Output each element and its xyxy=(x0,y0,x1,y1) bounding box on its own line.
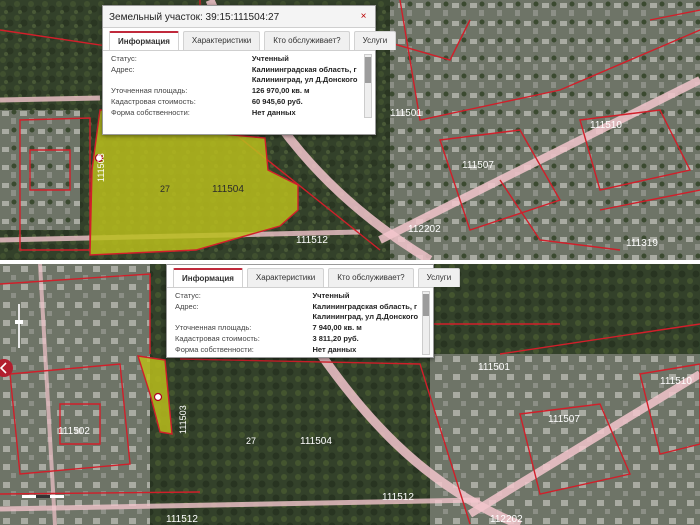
info-label: Адрес: xyxy=(111,65,135,74)
tab-services[interactable]: Услуги xyxy=(353,31,397,50)
info-row-ownership: Форма собственности: Нет данных xyxy=(175,345,419,355)
block-label-112202: 112202 xyxy=(408,224,441,235)
info-row-area: Уточненная площадь: 126 970,00 кв. м xyxy=(111,86,361,96)
block-label-111504: 111504 xyxy=(300,436,332,447)
block-label-111319: 111319 xyxy=(626,238,658,249)
info-row-status: Статус: Учтенный xyxy=(175,291,419,301)
info-label: Уточненная площадь: xyxy=(111,86,188,95)
parcel-number-label: 27 xyxy=(246,436,256,446)
scrollbar-thumb[interactable] xyxy=(423,294,429,316)
terrain-urban-left xyxy=(0,110,80,230)
tab-services[interactable]: Услуги xyxy=(417,268,461,287)
block-label-111510: 111510 xyxy=(660,376,692,387)
info-value: Нет данных xyxy=(251,108,296,117)
info-label: Уточненная площадь: xyxy=(175,323,252,332)
popup-tabs: Информация Характеристики Кто обслуживае… xyxy=(103,28,397,51)
info-value: 126 970,00 кв. м xyxy=(251,86,310,95)
info-value: Калининградская область, г Калининград, … xyxy=(312,302,419,321)
info-label: Статус: xyxy=(175,291,201,300)
block-label-111503: 111503 xyxy=(178,405,188,434)
popup-info-rows: Статус: Учтенный Адрес: Калининградская … xyxy=(167,288,433,358)
tab-who-serves[interactable]: Кто обслуживает? xyxy=(264,31,350,50)
info-value: 3 811,20 руб. xyxy=(312,334,359,343)
tab-characteristics[interactable]: Характеристики xyxy=(182,31,261,50)
block-label-111502: 111502 xyxy=(58,426,90,437)
block-label-111503: 111503 xyxy=(96,153,106,182)
parcel-pin-marker[interactable] xyxy=(153,392,163,402)
terrain-urban-right xyxy=(390,0,700,260)
block-label-111507: 111507 xyxy=(548,414,580,425)
info-row-cadastral-value: Кадастровая стоимость: 60 945,60 руб. xyxy=(111,97,361,107)
bottom-map-panel[interactable]: 27 111504 111503 111502 111512 111512 11… xyxy=(0,264,700,525)
parcel-number-label: 27 xyxy=(160,184,170,194)
tab-who-serves[interactable]: Кто обслуживает? xyxy=(328,268,414,287)
info-label: Форма собственности: xyxy=(175,345,254,354)
info-label: Кадастровая стоимость: xyxy=(175,334,260,343)
info-value: Нет данных xyxy=(312,345,357,354)
popup-tabs: Информация Характеристики Кто обслуживае… xyxy=(167,265,461,288)
info-label: Статус: xyxy=(111,54,137,63)
info-label: Форма собственности: xyxy=(111,108,190,117)
road-horizontal xyxy=(0,95,101,103)
popup-scrollbar[interactable] xyxy=(422,291,430,355)
close-icon[interactable]: × xyxy=(358,11,369,22)
info-value: Калининградская область, г Калининград, … xyxy=(251,65,358,84)
block-label-111501: 111501 xyxy=(478,362,510,373)
info-value: Учтенный xyxy=(312,291,350,300)
block-label-111507: 111507 xyxy=(462,160,494,171)
block-label-111512: 111512 xyxy=(382,492,414,503)
info-row-cadastral-value: Кадастровая стоимость: 3 811,20 руб. xyxy=(175,334,419,344)
info-value: 60 945,60 руб. xyxy=(251,97,303,106)
parcel-info-popup-bottom: Информация Характеристики Кто обслуживае… xyxy=(166,264,461,358)
popup-title: Земельный участок: 39:15:111504:27 xyxy=(103,6,375,28)
block-label-111512: 111512 xyxy=(296,235,328,246)
block-label-111504: 111504 xyxy=(212,184,244,195)
terrain-urban-left xyxy=(0,264,150,525)
scale-bar xyxy=(22,495,64,498)
info-value: Учтенный xyxy=(251,54,289,63)
block-label-112202: 112202 xyxy=(490,514,523,525)
block-label-111510: 111510 xyxy=(590,120,622,131)
popup-scrollbar[interactable] xyxy=(364,54,372,118)
block-label-111501: 111501 xyxy=(390,108,422,119)
info-row-address: Адрес: Калининградская область, г Калини… xyxy=(175,302,419,322)
scrollbar-thumb[interactable] xyxy=(365,57,371,83)
info-label: Кадастровая стоимость: xyxy=(111,97,196,106)
tab-characteristics[interactable]: Характеристики xyxy=(246,268,325,287)
info-row-status: Статус: Учтенный xyxy=(111,54,361,64)
tab-information[interactable]: Информация xyxy=(109,31,179,50)
tab-information[interactable]: Информация xyxy=(173,268,243,287)
info-row-address: Адрес: Калининградская область, г Калини… xyxy=(111,65,361,85)
info-label: Адрес: xyxy=(175,302,199,311)
top-map-panel[interactable]: 27 111504 111503 111512 111501 111507 11… xyxy=(0,0,700,260)
info-value: 7 940,00 кв. м xyxy=(312,323,362,332)
block-label-111512-left: 111512 xyxy=(166,514,198,525)
parcel-info-popup-top: Земельный участок: 39:15:111504:27 × Инф… xyxy=(102,5,397,135)
info-row-ownership: Форма собственности: Нет данных xyxy=(111,108,361,118)
info-row-area: Уточненная площадь: 7 940,00 кв. м xyxy=(175,323,419,333)
popup-info-rows: Статус: Учтенный Адрес: Калининградская … xyxy=(103,51,375,121)
